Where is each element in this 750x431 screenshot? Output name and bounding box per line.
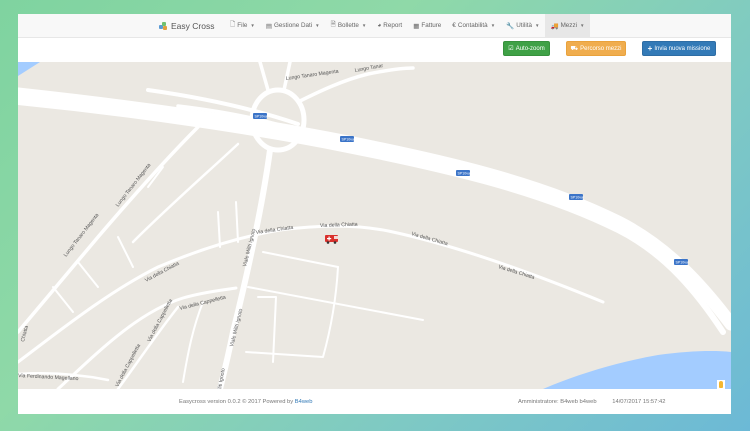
road-shield-5: SP10var	[674, 259, 690, 265]
menu-report[interactable]: ◕ Report	[372, 14, 408, 38]
svg-text:SP10var: SP10var	[571, 195, 586, 199]
label-viale-militi-ignoto-3: Viale Militi Ignoto	[214, 368, 227, 389]
autozoom-label: Auto-zoom	[515, 45, 545, 52]
pie-chart-icon: ◕	[377, 22, 382, 29]
svg-text:SP10var: SP10var	[458, 171, 473, 175]
river-top-left	[18, 62, 40, 76]
menu-utilita[interactable]: 🔧 Utilità ▼	[501, 14, 545, 38]
street-view-pegman-icon[interactable]	[717, 380, 725, 389]
autozoom-button[interactable]: ☑ Auto-zoom	[503, 41, 550, 56]
app-window: Easy Cross 🗋 File ▼ ▤ Gestione Dati ▼ 🗎 …	[18, 14, 731, 414]
label-lungo-tanaro-magenta-left: Lungo Tanaro Magenta	[115, 162, 153, 208]
menu-contabilita-label: Contabilità	[457, 22, 488, 29]
menu-contabilita[interactable]: € Contabilità ▼	[447, 14, 501, 38]
menu-bollette[interactable]: 🗎 Bollette ▼	[325, 14, 372, 38]
map-toolbar: ☑ Auto-zoom ⛟ Percorso mezzi + Invia nuo…	[18, 38, 731, 62]
menu-gestione-dati-label: Gestione Dati	[274, 22, 313, 29]
menu-mezzi-label: Mezzi	[560, 22, 578, 29]
invia-nuova-missione-label: Invia nuova missione	[654, 45, 711, 52]
caret-down-icon: ▼	[490, 23, 496, 28]
invia-nuova-missione-button[interactable]: + Invia nuova missione	[642, 41, 716, 56]
road-shield-2: SP10var	[340, 136, 356, 142]
menu-utilita-label: Utilità	[516, 22, 532, 29]
checkbox-icon: ☑	[508, 46, 514, 52]
wrench-icon: 🔧	[506, 22, 515, 30]
app-title: Easy Cross	[171, 20, 215, 31]
label-lungo-tanaro-magenta-top: Lungo Tanaro Magenta	[285, 69, 339, 82]
footer-version-text: Easycross version 0.0.2 © 2017 Powered b…	[179, 399, 294, 405]
label-lungo-tanaro-magenta-left2: Lungo Tanaro Magenta	[63, 212, 101, 258]
label-via-della-cappelletta-2: Via della Cappelletta	[146, 298, 174, 343]
file-icon: 🗋	[229, 21, 236, 28]
menu-bollette-label: Bollette	[337, 22, 359, 29]
euro-icon: €	[452, 22, 456, 29]
brand[interactable]: Easy Cross	[159, 21, 214, 31]
caret-down-icon: ▼	[535, 23, 540, 28]
footer-timestamp: 14/07/2017 15:57:42	[612, 399, 666, 405]
menu-mezzi[interactable]: 🚚 Mezzi ▼	[544, 14, 590, 38]
route-icon: ⛟	[570, 45, 579, 52]
caret-down-icon: ▼	[250, 23, 255, 28]
easycross-logo-icon	[159, 21, 168, 30]
road-shield-4: SP10var	[569, 194, 585, 200]
svg-text:SP10var: SP10var	[342, 137, 357, 141]
caret-down-icon: ▼	[361, 23, 367, 28]
label-via-della-chiatta-1: Via della Chiatta	[255, 225, 293, 236]
footer-version: Easycross version 0.0.2 © 2017 Powered b…	[179, 399, 313, 405]
footer: Easycross version 0.0.2 © 2017 Powered b…	[18, 389, 731, 414]
label-via-della-cappelletta-3: Via della Cappelletta	[114, 343, 142, 388]
footer-user-info: Amministratore: B4web b4web 14/07/2017 1…	[518, 399, 665, 405]
truck-icon: 🚚	[550, 22, 559, 30]
caret-down-icon: ▼	[580, 23, 585, 28]
document-icon: 🗎	[330, 21, 336, 28]
main-menu: 🗋 File ▼ ▤ Gestione Dati ▼ 🗎 Bollette ▼ …	[224, 14, 590, 38]
percorso-mezzi-label: Percorso mezzi	[580, 45, 622, 52]
footer-user-text: Amministratore: B4web b4web	[518, 399, 597, 405]
map-svg: SP10var SP10var SP10var SP10var SP10var …	[18, 62, 731, 389]
ambulance-icon[interactable]	[325, 235, 338, 244]
menu-fatture-label: Fatture	[421, 22, 442, 29]
b4web-link[interactable]: B4web	[295, 399, 313, 405]
road-network	[18, 62, 731, 389]
menu-file[interactable]: 🗋 File ▼	[224, 14, 260, 38]
river-bottom-right	[543, 351, 731, 389]
menu-file-label: File	[237, 22, 248, 29]
svg-text:SP10var: SP10var	[255, 114, 270, 118]
menu-report-label: Report	[383, 22, 403, 29]
percorso-mezzi-button[interactable]: ⛟ Percorso mezzi	[566, 41, 626, 56]
svg-text:SP10var: SP10var	[676, 260, 691, 264]
invoice-icon: ▦	[413, 22, 420, 30]
plus-icon: +	[647, 44, 653, 53]
database-icon: ▤	[265, 22, 272, 30]
caret-down-icon: ▼	[315, 23, 320, 28]
menu-gestione-dati[interactable]: ▤ Gestione Dati ▼	[260, 14, 325, 38]
top-navbar: Easy Cross 🗋 File ▼ ▤ Gestione Dati ▼ 🗎 …	[18, 14, 731, 38]
road-shield-1: SP10var	[253, 113, 269, 119]
map-canvas[interactable]: SP10var SP10var SP10var SP10var SP10var …	[18, 62, 731, 389]
road-shield-3: SP10var	[456, 170, 472, 176]
menu-fatture[interactable]: ▦ Fatture	[408, 14, 447, 38]
label-via-della-chiatta-3: Via della Chiatta	[410, 231, 448, 247]
label-via-della-chiatta-4: Via della Chiatta	[497, 264, 535, 281]
